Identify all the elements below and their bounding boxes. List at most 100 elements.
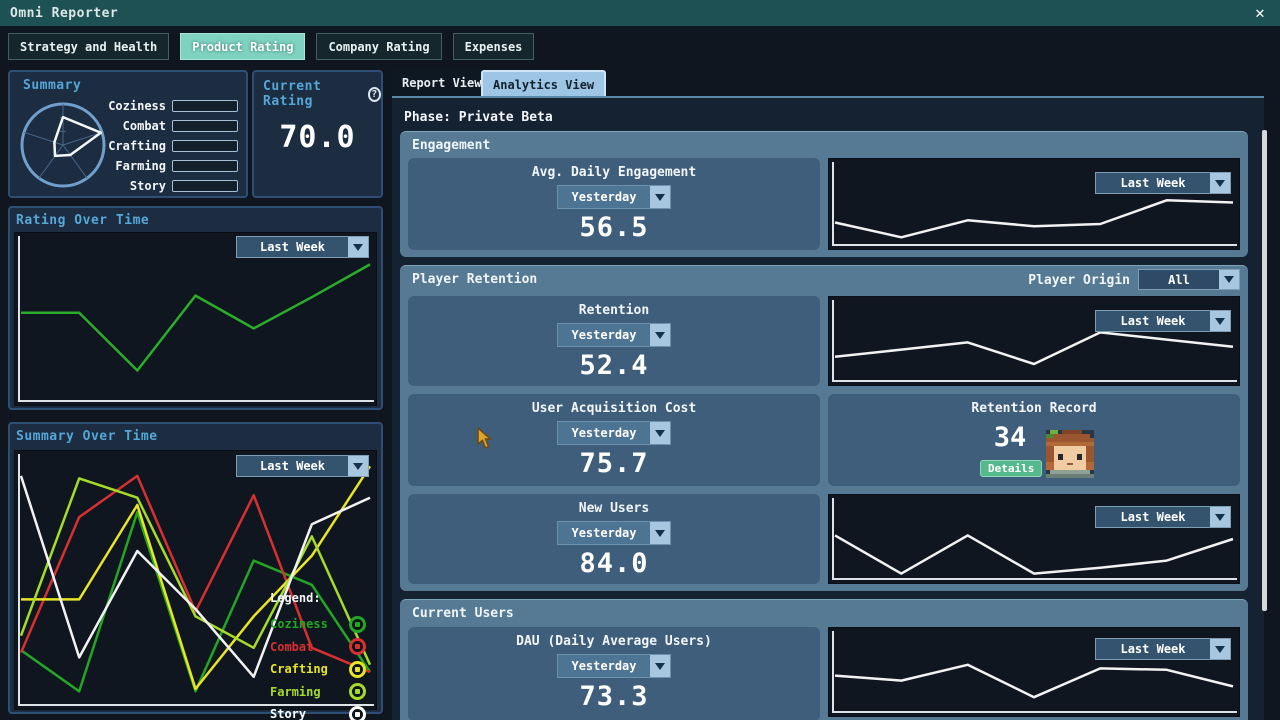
player-origin-dropdown[interactable]: All bbox=[1138, 269, 1240, 290]
dropdown-value: Last Week bbox=[1096, 173, 1210, 193]
main-tab-bar: Strategy and Health Product Rating Compa… bbox=[8, 33, 534, 60]
legend-title: Legend: bbox=[270, 591, 366, 613]
stat-row-story: Story bbox=[106, 176, 238, 196]
dropdown-value: All bbox=[1139, 270, 1219, 289]
window-title: Omni Reporter bbox=[10, 6, 118, 21]
farming-marker-icon bbox=[349, 683, 366, 700]
summary-panel-title: Summary bbox=[23, 78, 81, 93]
chevron-down-icon bbox=[1210, 507, 1230, 527]
title-bar: Omni Reporter bbox=[0, 0, 1280, 26]
vertical-scrollbar[interactable] bbox=[1262, 130, 1267, 611]
chevron-down-icon bbox=[650, 655, 670, 677]
tab-report-view[interactable]: Report View bbox=[392, 70, 491, 96]
details-button[interactable]: Details bbox=[980, 460, 1042, 477]
avg-daily-engagement-card: Avg. Daily Engagement Yesterday 56.5 bbox=[408, 158, 820, 250]
rating-line-chart-svg bbox=[15, 233, 376, 405]
tab-strategy-and-health[interactable]: Strategy and Health bbox=[8, 33, 169, 60]
current-rating-panel: Current Rating ? 70.0 bbox=[252, 70, 383, 198]
tab-product-rating[interactable]: Product Rating bbox=[180, 33, 305, 60]
rating-over-time-chart: Last Week bbox=[14, 232, 377, 406]
current-rating-value: 70.0 bbox=[254, 120, 381, 155]
retention-record-card: Retention Record 34 Details bbox=[828, 394, 1240, 486]
dropdown-value: Last Week bbox=[1096, 311, 1210, 331]
stat-row-crafting: Crafting bbox=[106, 136, 238, 156]
engagement-section: Engagement Avg. Daily Engagement Yesterd… bbox=[400, 131, 1248, 257]
stat-label: Crafting bbox=[106, 139, 166, 153]
stat-bar bbox=[172, 160, 238, 172]
stat-label: Story bbox=[106, 179, 166, 193]
legend-label: Farming bbox=[270, 685, 321, 699]
summary-period-dropdown[interactable]: Last Week bbox=[236, 455, 369, 477]
dau-range-dropdown[interactable]: Yesterday bbox=[557, 654, 671, 678]
summary-over-time-panel: Summary Over Time Last Week Legend: Cozi… bbox=[8, 422, 383, 714]
dau-chart-period-dropdown[interactable]: Last Week bbox=[1095, 638, 1231, 660]
dropdown-value: Last Week bbox=[237, 456, 348, 476]
retention-week-chart: Last Week bbox=[828, 296, 1240, 386]
story-marker-icon bbox=[349, 706, 366, 720]
current-users-section: Current Users DAU (Daily Average Users) … bbox=[400, 599, 1248, 720]
phase-label: Phase: Private Beta bbox=[404, 110, 553, 125]
stat-bar bbox=[172, 180, 238, 192]
new-users-week-chart: Last Week bbox=[828, 494, 1240, 584]
dropdown-value: Yesterday bbox=[558, 422, 650, 444]
new-users-chart-period-dropdown[interactable]: Last Week bbox=[1095, 506, 1231, 528]
coziness-marker-icon bbox=[349, 616, 366, 633]
player-origin-label: Player Origin bbox=[1028, 273, 1130, 288]
card-title: New Users bbox=[579, 501, 649, 516]
retention-card: Retention Yesterday 52.4 bbox=[408, 296, 820, 386]
summary-over-time-chart: Last Week Legend: Coziness Combat Crafti… bbox=[14, 450, 377, 710]
engagement-chart-period-dropdown[interactable]: Last Week bbox=[1095, 172, 1231, 194]
retention-record-value: 34 bbox=[978, 422, 1042, 453]
chevron-down-icon bbox=[650, 522, 670, 544]
summary-stat-list: Coziness Combat Crafting Farming Story bbox=[106, 96, 238, 196]
stat-bar bbox=[172, 140, 238, 152]
dropdown-value: Yesterday bbox=[558, 324, 650, 346]
tab-analytics-view[interactable]: Analytics View bbox=[481, 70, 606, 98]
tab-company-rating[interactable]: Company Rating bbox=[316, 33, 441, 60]
stat-label: Farming bbox=[106, 159, 166, 173]
card-title: DAU (Daily Average Users) bbox=[516, 634, 712, 649]
card-title: Retention Record bbox=[971, 401, 1096, 416]
chevron-down-icon bbox=[1210, 173, 1230, 193]
legend-item-farming: Farming bbox=[270, 681, 366, 704]
stat-label: Coziness bbox=[106, 99, 166, 113]
chevron-down-icon bbox=[650, 186, 670, 208]
card-title: User Acquisition Cost bbox=[532, 401, 696, 416]
stat-label: Combat bbox=[106, 119, 166, 133]
chevron-down-icon bbox=[650, 422, 670, 444]
stat-row-farming: Farming bbox=[106, 156, 238, 176]
stat-row-coziness: Coziness bbox=[106, 96, 238, 116]
rating-period-dropdown[interactable]: Last Week bbox=[236, 236, 369, 258]
retention-range-dropdown[interactable]: Yesterday bbox=[557, 323, 671, 347]
summary-over-time-title: Summary Over Time bbox=[16, 429, 158, 444]
tab-expenses[interactable]: Expenses bbox=[453, 33, 535, 60]
retention-chart-period-dropdown[interactable]: Last Week bbox=[1095, 310, 1231, 332]
close-icon[interactable]: ✕ bbox=[1250, 2, 1270, 22]
radar-chart-svg bbox=[18, 100, 108, 190]
crafting-marker-icon bbox=[349, 661, 366, 678]
dau-week-chart: Last Week bbox=[828, 627, 1240, 717]
rating-over-time-panel: Rating Over Time Last Week bbox=[8, 206, 383, 410]
summary-panel: Summary Coziness Combat Crafting Farming bbox=[8, 70, 248, 198]
legend-item-coziness: Coziness bbox=[270, 613, 366, 636]
legend-item-combat: Combat bbox=[270, 636, 366, 659]
user-acquisition-cost-card: User Acquisition Cost Yesterday 75.7 bbox=[408, 394, 820, 486]
legend-item-crafting: Crafting bbox=[270, 658, 366, 681]
acquisition-range-dropdown[interactable]: Yesterday bbox=[557, 421, 671, 445]
engagement-range-dropdown[interactable]: Yesterday bbox=[557, 185, 671, 209]
dau-card: DAU (Daily Average Users) Yesterday 73.3 bbox=[408, 627, 820, 720]
stat-row-combat: Combat bbox=[106, 116, 238, 136]
chevron-down-icon bbox=[348, 237, 368, 257]
dropdown-value: Yesterday bbox=[558, 522, 650, 544]
new-users-range-dropdown[interactable]: Yesterday bbox=[557, 521, 671, 545]
engagement-week-chart: Last Week bbox=[828, 158, 1240, 250]
chevron-down-icon bbox=[1219, 270, 1239, 289]
legend-label: Story bbox=[270, 707, 306, 720]
acquisition-value: 75.7 bbox=[579, 448, 648, 479]
dau-value: 73.3 bbox=[579, 681, 648, 712]
card-title: Retention bbox=[579, 303, 649, 318]
help-icon[interactable]: ? bbox=[368, 87, 381, 102]
dropdown-value: Yesterday bbox=[558, 655, 650, 677]
chevron-down-icon bbox=[1210, 311, 1230, 331]
current-rating-title: Current Rating bbox=[263, 79, 363, 109]
